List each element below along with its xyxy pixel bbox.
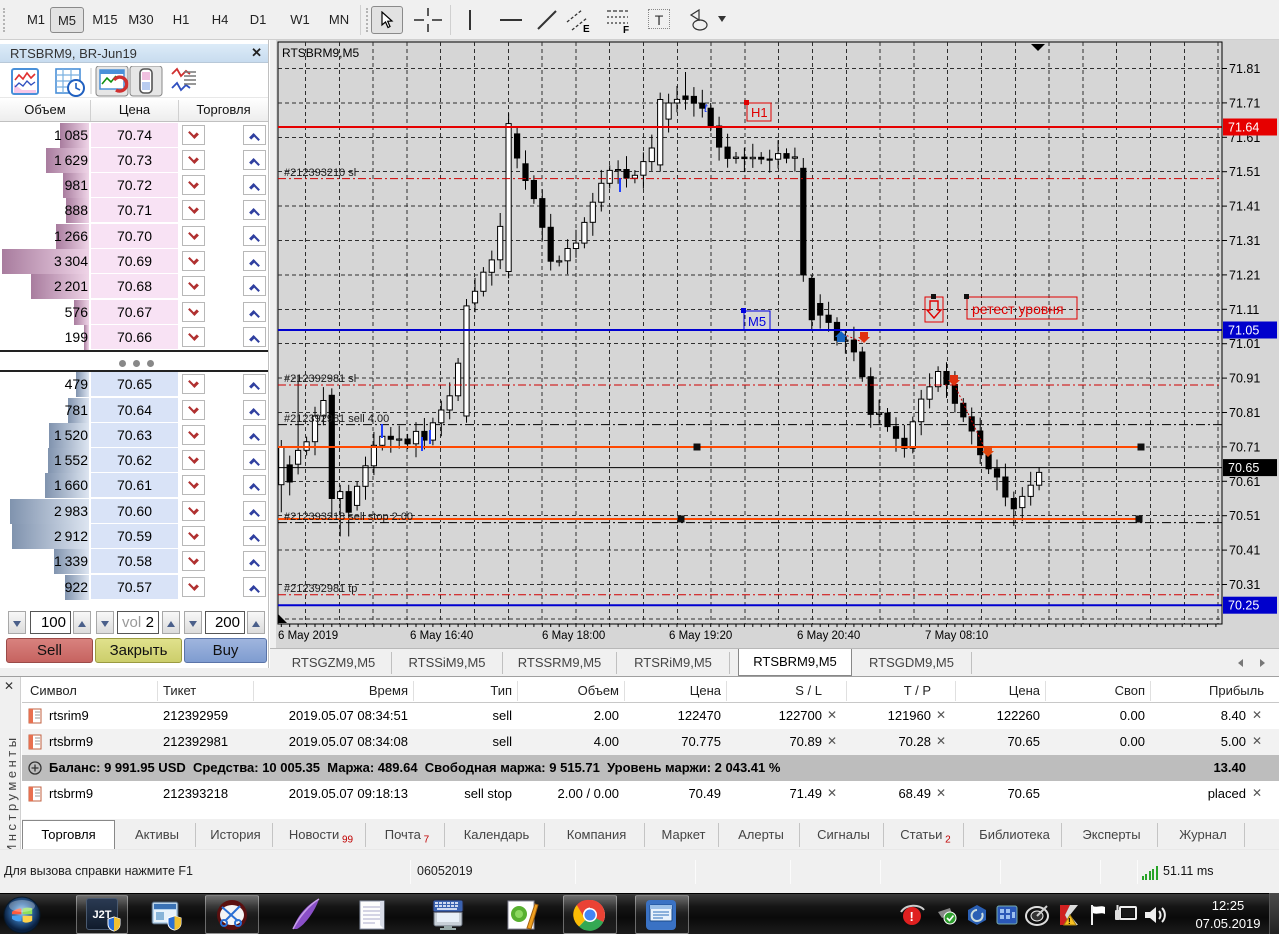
svg-text:6 May 20:40: 6 May 20:40 <box>797 630 860 642</box>
svg-text:71.21: 71.21 <box>1229 268 1260 282</box>
svg-text:71.81: 71.81 <box>1229 62 1260 76</box>
svg-text:!: ! <box>910 909 914 924</box>
svg-text:RTSBRM9,M5: RTSBRM9,M5 <box>282 46 359 60</box>
svg-text:#212392981 tp: #212392981 tp <box>284 583 357 595</box>
svg-text:F: F <box>623 25 629 34</box>
svg-text:71.41: 71.41 <box>1229 200 1260 214</box>
svg-text:71.51: 71.51 <box>1229 165 1260 179</box>
svg-text:70.61: 70.61 <box>1229 475 1260 489</box>
svg-text:6 May 19:20: 6 May 19:20 <box>669 630 732 642</box>
svg-text:#212393218 sell stop 2.00: #212393218 sell stop 2.00 <box>284 511 413 523</box>
svg-text:71.05: 71.05 <box>1228 324 1259 338</box>
svg-text:71.11: 71.11 <box>1229 303 1259 317</box>
svg-text:70.31: 70.31 <box>1229 578 1260 592</box>
svg-text:70.65: 70.65 <box>1228 461 1259 475</box>
svg-text:70.81: 70.81 <box>1229 406 1260 420</box>
svg-text:71.64: 71.64 <box>1228 121 1259 135</box>
svg-text:ретест уровня: ретест уровня <box>972 301 1064 317</box>
svg-text:71.31: 71.31 <box>1229 234 1260 248</box>
svg-text:70.51: 70.51 <box>1229 509 1260 523</box>
svg-text:#212392981 sl: #212392981 sl <box>284 373 356 385</box>
svg-text:E: E <box>583 24 590 34</box>
svg-text:6 May 16:40: 6 May 16:40 <box>410 630 473 642</box>
svg-text:70.71: 70.71 <box>1229 440 1260 454</box>
svg-text:7 May 08:10: 7 May 08:10 <box>925 630 988 642</box>
svg-text:71.71: 71.71 <box>1229 96 1260 110</box>
svg-text:70.41: 70.41 <box>1229 544 1260 558</box>
svg-text:6 May 2019: 6 May 2019 <box>278 630 338 642</box>
svg-text:71.01: 71.01 <box>1229 337 1260 351</box>
svg-text:H1: H1 <box>751 105 768 120</box>
svg-text:70.91: 70.91 <box>1229 372 1260 386</box>
svg-text:70.25: 70.25 <box>1228 599 1259 613</box>
svg-text:6 May 18:00: 6 May 18:00 <box>542 630 605 642</box>
svg-text:#212393210 sl: #212393210 sl <box>284 167 356 179</box>
svg-text:#212392981 sell 4.00: #212392981 sell 4.00 <box>284 413 389 425</box>
svg-text:M5: M5 <box>748 314 766 329</box>
svg-text:!: ! <box>1068 917 1071 926</box>
